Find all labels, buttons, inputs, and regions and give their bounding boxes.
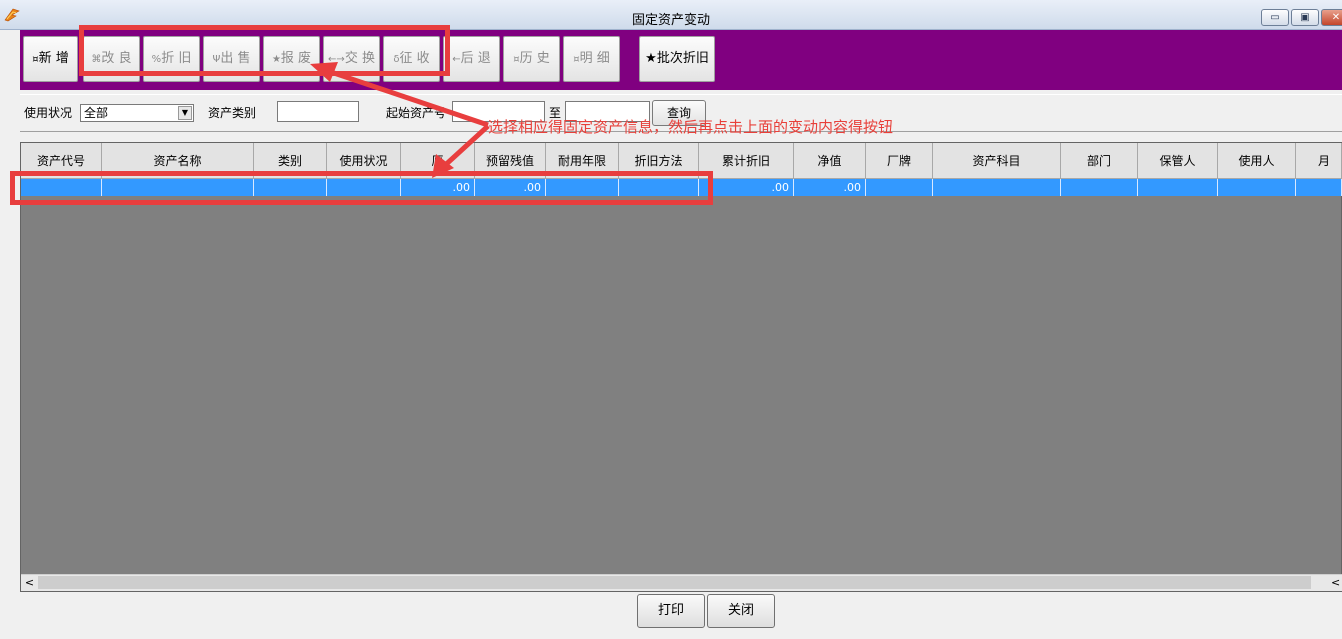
scrollbar-thumb[interactable] [38,576,1311,589]
maximize-button[interactable]: ▣ [1291,9,1319,26]
close-window-button[interactable]: ✕ [1321,9,1342,26]
dropdown-arrow-icon[interactable]: ▼ [178,106,192,120]
scroll-right-icon[interactable]: < [1331,574,1342,591]
column-header[interactable]: 月数 [1296,143,1342,179]
category-input[interactable] [277,101,359,122]
table-cell[interactable] [1218,179,1296,196]
column-header[interactable]: 使用人 [1218,143,1296,179]
minimize-button[interactable]: ▭ [1261,9,1289,26]
column-header[interactable]: 累计折旧 [699,143,794,179]
history-button[interactable]: ¤历 史 [503,36,560,82]
print-button[interactable]: 打印 [637,594,705,628]
status-select-value: 全部 [84,106,109,120]
back-button[interactable]: ←后 退 [443,36,500,82]
table-cell[interactable]: .00 [794,179,866,196]
close-button[interactable]: 关闭 [707,594,775,628]
arrow-left-icon: ← [452,54,461,65]
table-cell[interactable] [1061,179,1138,196]
table-cell[interactable]: .00 [699,179,794,196]
status-label: 使用状况 [24,106,73,120]
column-header[interactable]: 净值 [794,143,866,179]
table-cell[interactable] [933,179,1061,196]
column-header[interactable]: 资产科目 [933,143,1061,179]
star-icon: ★ [645,51,657,66]
add-button[interactable]: ¤新 增 [23,36,78,82]
scroll-left-icon[interactable]: < [21,574,38,591]
detail-button[interactable]: ¤明 细 [563,36,620,82]
table-cell[interactable] [866,179,933,196]
table-cell[interactable] [1296,179,1342,196]
start-asset-no-label: 起始资产号 [386,106,447,120]
highlight-box-toolbar [79,25,450,76]
asset-grid[interactable] [20,142,1342,592]
batch-depreciation-button[interactable]: ★批次折旧 [639,36,715,82]
category-label: 资产类别 [208,106,257,120]
column-header[interactable]: 保管人 [1138,143,1218,179]
column-header[interactable]: 部门 [1061,143,1138,179]
annotation-text: 选择相应得固定资产信息，然后再点击上面的变动内容得按钮 [488,118,894,136]
highlight-box-row [10,171,713,205]
column-header[interactable]: 厂牌 [866,143,933,179]
table-cell[interactable] [1138,179,1218,196]
status-select[interactable]: 全部 ▼ [80,104,194,122]
